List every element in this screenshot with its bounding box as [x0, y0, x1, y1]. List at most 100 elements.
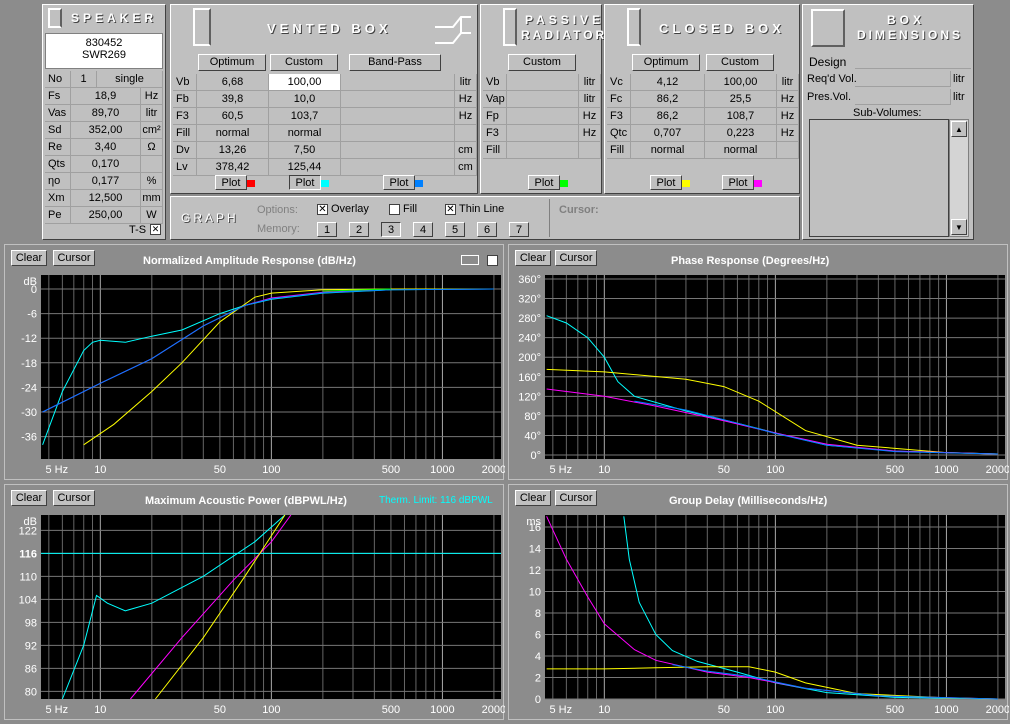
- speaker-param-value[interactable]: 352,00: [71, 122, 141, 139]
- vented-optimum-value[interactable]: 13,26: [197, 142, 269, 159]
- thin-line-option[interactable]: ✕ Thin Line: [445, 203, 504, 215]
- closed-custom-value[interactable]: normal: [705, 142, 777, 159]
- memory-button-7[interactable]: 7: [509, 222, 529, 237]
- vented-bandpass-value[interactable]: [341, 91, 455, 108]
- x-tick-label: 100: [262, 464, 280, 476]
- passive-custom-value[interactable]: [507, 91, 579, 108]
- vented-custom-value[interactable]: 7,50: [269, 142, 341, 159]
- closed-custom-value[interactable]: 108,7: [705, 108, 777, 125]
- speaker-param-value[interactable]: 18,9: [71, 88, 141, 105]
- ts-checkbox[interactable]: ✕: [150, 224, 161, 235]
- closed-optimum-value[interactable]: normal: [631, 142, 705, 159]
- amp-clear-button[interactable]: Clear: [11, 250, 47, 266]
- memory-button-2[interactable]: 2: [349, 222, 369, 237]
- passive-custom-value[interactable]: [507, 142, 579, 159]
- vented-custom-button[interactable]: Custom: [270, 54, 338, 71]
- vented-param-label: F3: [173, 108, 197, 125]
- sub-volumes-scrollbar[interactable]: ▲ ▼: [949, 119, 969, 237]
- memory-button-5[interactable]: 5: [445, 222, 465, 237]
- overlay-option[interactable]: ✕ Overlay: [317, 203, 369, 215]
- speaker-param-value[interactable]: 12,500: [71, 190, 141, 207]
- memory-button-4[interactable]: 4: [413, 222, 433, 237]
- y-tick-label: -18: [21, 358, 37, 370]
- y-tick-label: 110: [19, 571, 37, 583]
- speaker-param-value[interactable]: 89,70: [71, 105, 141, 122]
- phase-graph-panel: Clear Cursor Phase Response (Degrees/Hz)…: [508, 244, 1009, 480]
- vented-bandpass-value[interactable]: [341, 159, 455, 176]
- phase-cursor-button[interactable]: Cursor: [555, 250, 597, 266]
- vented-optimum-button[interactable]: Optimum: [198, 54, 266, 71]
- amp-cursor-button[interactable]: Cursor: [53, 250, 95, 266]
- fill-checkbox[interactable]: [389, 203, 400, 215]
- closed-optimum-value[interactable]: 86,2: [631, 91, 705, 108]
- vented-bandpass-value[interactable]: [341, 142, 455, 159]
- printer-icon[interactable]: [461, 255, 479, 265]
- passive-custom-value[interactable]: [507, 125, 579, 142]
- vented-custom-plot-button[interactable]: Plot: [289, 175, 321, 190]
- y-tick-label: 16: [529, 522, 541, 534]
- speaker-param-value[interactable]: 1: [71, 71, 97, 88]
- closed-optimum-value[interactable]: 86,2: [631, 108, 705, 125]
- closed-custom-value[interactable]: 25,5: [705, 91, 777, 108]
- plot-color-yellow: [682, 180, 690, 187]
- vented-optimum-value[interactable]: 39,8: [197, 91, 269, 108]
- x-tick-label: 2000: [482, 704, 505, 716]
- vented-custom-value[interactable]: 125,44: [269, 159, 341, 176]
- thin-line-checkbox[interactable]: ✕: [445, 203, 456, 215]
- vented-custom-value[interactable]: 100,00: [269, 74, 341, 91]
- vented-bandpass-plot-button[interactable]: Plot: [383, 175, 415, 190]
- speaker-param-value[interactable]: 0,177: [71, 173, 141, 190]
- fill-option[interactable]: Fill: [389, 203, 417, 215]
- closed-optimum-button[interactable]: Optimum: [632, 54, 700, 71]
- speaker-param-value[interactable]: 250,00: [71, 207, 141, 224]
- vented-param-label: Dv: [173, 142, 197, 159]
- memory-button-1[interactable]: 1: [317, 222, 337, 237]
- vented-optimum-value[interactable]: 6,68: [197, 74, 269, 91]
- speaker-param-value[interactable]: 3,40: [71, 139, 141, 156]
- power-cursor-button[interactable]: Cursor: [53, 490, 95, 506]
- vented-bandpass-value[interactable]: [341, 125, 455, 142]
- vented-optimum-value[interactable]: 378,42: [197, 159, 269, 176]
- delay-clear-button[interactable]: Clear: [515, 490, 551, 506]
- plot-color-magenta: [754, 180, 762, 187]
- vented-bandpass-value[interactable]: [341, 108, 455, 125]
- vented-custom-value[interactable]: 103,7: [269, 108, 341, 125]
- overlay-checkbox[interactable]: ✕: [317, 203, 328, 215]
- closed-custom-button[interactable]: Custom: [706, 54, 774, 71]
- speaker-model-1[interactable]: 830452: [46, 37, 162, 49]
- scroll-up-button[interactable]: ▲: [951, 121, 967, 137]
- amp-checkbox[interactable]: [487, 255, 498, 266]
- closed-optimum-value[interactable]: 0,707: [631, 125, 705, 142]
- x-tick-label: 5 Hz: [550, 464, 573, 476]
- passive-custom-value[interactable]: [507, 108, 579, 125]
- vented-custom-value[interactable]: 10,0: [269, 91, 341, 108]
- closed-custom-value[interactable]: 100,00: [705, 74, 777, 91]
- vented-param-unit: cm: [455, 159, 477, 176]
- closed-optimum-value[interactable]: 4,12: [631, 74, 705, 91]
- vented-custom-value[interactable]: normal: [269, 125, 341, 142]
- plot-color-red: [247, 180, 255, 187]
- speaker-model-2[interactable]: SWR269: [46, 49, 162, 61]
- closed-custom-plot-button[interactable]: Plot: [722, 175, 754, 190]
- passive-plot-button[interactable]: Plot: [528, 175, 560, 190]
- memory-button-3[interactable]: 3: [381, 222, 401, 237]
- sub-volumes-list[interactable]: [809, 119, 949, 237]
- phase-clear-button[interactable]: Clear: [515, 250, 551, 266]
- speaker-param-value[interactable]: 0,170: [71, 156, 141, 173]
- pres-vol-field: [855, 89, 951, 105]
- overlay-label: Overlay: [331, 203, 369, 215]
- speaker-param-label: Qts: [45, 156, 71, 173]
- memory-button-6[interactable]: 6: [477, 222, 497, 237]
- passive-custom-value[interactable]: [507, 74, 579, 91]
- vented-bandpass-value[interactable]: [341, 74, 455, 91]
- power-clear-button[interactable]: Clear: [11, 490, 47, 506]
- vented-optimum-value[interactable]: normal: [197, 125, 269, 142]
- passive-custom-button[interactable]: Custom: [508, 54, 576, 71]
- vented-bandpass-button[interactable]: Band-Pass: [349, 54, 441, 71]
- scroll-down-button[interactable]: ▼: [951, 219, 967, 235]
- closed-custom-value[interactable]: 0,223: [705, 125, 777, 142]
- vented-optimum-value[interactable]: 60,5: [197, 108, 269, 125]
- vented-optimum-plot-button[interactable]: Plot: [215, 175, 247, 190]
- delay-cursor-button[interactable]: Cursor: [555, 490, 597, 506]
- closed-optimum-plot-button[interactable]: Plot: [650, 175, 682, 190]
